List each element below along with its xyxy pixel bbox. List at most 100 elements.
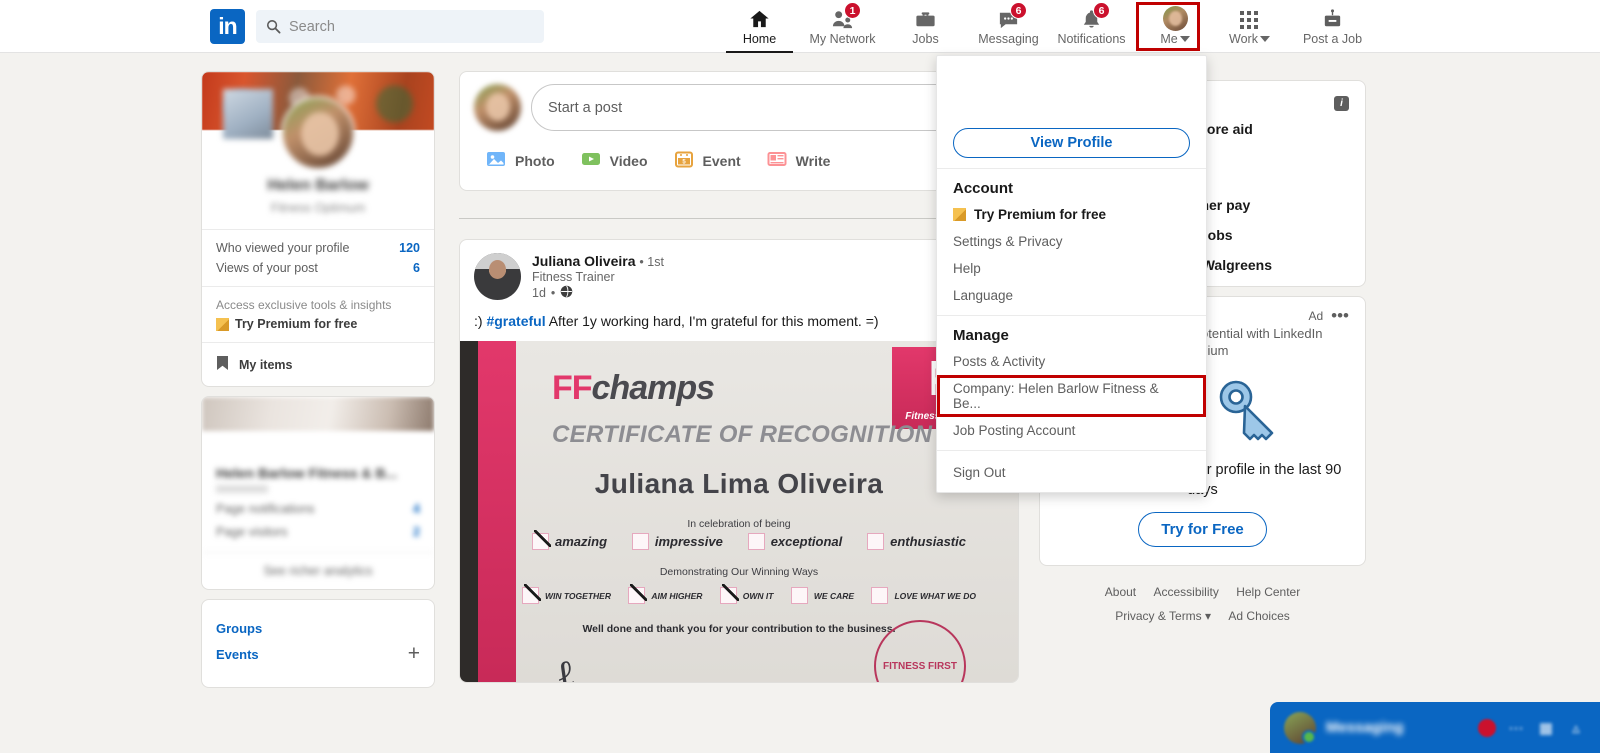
info-icon[interactable]: i [1334, 96, 1349, 111]
chevron-up-icon[interactable]: ▵ [1566, 719, 1586, 737]
start-post-row: Start a post [474, 84, 1004, 131]
certificate-brand: FFchamps [552, 369, 715, 408]
groups-link[interactable]: Groups [216, 621, 262, 636]
footer-link-privacy-terms[interactable]: Privacy & Terms ▾ [1115, 609, 1211, 623]
stat-views-of-post[interactable]: Views of your post 6 [202, 258, 434, 278]
quality-label: impressive [654, 534, 723, 549]
add-event-icon[interactable]: + [408, 643, 420, 664]
footer-row-1: About Accessibility Help Center [1039, 580, 1366, 604]
way-label: WE CARE [813, 590, 855, 601]
dropdown-item-posts-activity[interactable]: Posts & Activity [937, 348, 1206, 375]
nav-jobs-label: Jobs [912, 32, 939, 46]
company-row-page-notifications[interactable]: Page notifications 4 [216, 502, 420, 516]
dropdown-item-job-posting-account[interactable]: Job Posting Account [937, 417, 1206, 444]
view-profile-button[interactable]: View Profile [953, 128, 1190, 158]
profile-avatar[interactable] [281, 96, 355, 170]
nav-post-a-job-label: Post a Job [1302, 32, 1363, 46]
premium-link[interactable]: Try Premium for free [216, 317, 420, 331]
nav-post-a-job[interactable]: Post a Job [1291, 0, 1374, 53]
search-icon [266, 19, 281, 34]
sidebar-item-events[interactable]: Events + [216, 641, 420, 667]
certificate: Fitness First FFchamps CERTIFICATE OF RE… [460, 341, 1018, 682]
footer-link-help-center[interactable]: Help Center [1236, 585, 1300, 599]
dropdown-item-try-premium[interactable]: Try Premium for free [937, 201, 1206, 228]
dropdown-item-settings-privacy[interactable]: Settings & Privacy [937, 228, 1206, 255]
my-items-link[interactable]: My items [202, 343, 434, 386]
notifications-badge: 6 [1093, 2, 1110, 19]
divider-line [459, 217, 1003, 219]
network-icon: 1 [831, 2, 861, 31]
stat-value: 120 [399, 241, 420, 255]
try-for-free-button[interactable]: Try for Free [1138, 512, 1267, 547]
post-action-write-article[interactable]: Write [755, 139, 845, 182]
dropdown-item-help[interactable]: Help [937, 255, 1206, 282]
checkbox-icon [867, 533, 885, 550]
nav-work-label: Work [1229, 32, 1258, 46]
stat-who-viewed-profile[interactable]: Who viewed your profile 120 [202, 238, 434, 258]
dots-icon[interactable]: ⋯ [1506, 719, 1526, 737]
nav-my-network[interactable]: 1 My Network [801, 0, 884, 53]
company-name[interactable]: Helen Barlow Fitness & B... [216, 465, 420, 481]
ad-options-icon[interactable]: ••• [1331, 307, 1349, 324]
quality-label: exceptional [770, 534, 843, 549]
groups-events-card: Groups Events + [201, 599, 435, 688]
premium-subtitle: Access exclusive tools & insights [216, 298, 392, 312]
messaging-bar[interactable]: Messaging ⋯ ▦ ▵ [1270, 702, 1600, 753]
post-hashtag[interactable]: #grateful [486, 313, 545, 329]
nav-home[interactable]: Home [718, 0, 801, 53]
company-analytics-link[interactable]: See richer analytics [202, 552, 434, 589]
certificate-ways-label: Demonstrating Our Winning Ways [659, 566, 819, 578]
nav-messaging[interactable]: 6 Messaging [967, 0, 1050, 53]
post-author-avatar[interactable] [474, 253, 521, 300]
avatar [1284, 711, 1316, 744]
nav-home-label: Home [742, 32, 777, 46]
way-own-it: OWN IT [719, 584, 774, 604]
company-row-value: 2 [413, 525, 420, 539]
post-action-label: Write [795, 152, 831, 169]
linkedin-logo[interactable]: in [210, 9, 245, 44]
footer-link-ad-choices[interactable]: Ad Choices [1228, 609, 1289, 623]
video-icon [581, 149, 601, 172]
briefcase-icon [914, 7, 937, 31]
post-text-prefix: :) [474, 313, 487, 329]
try-premium-promo[interactable]: Access exclusive tools & insights Try Pr… [202, 287, 434, 342]
grid-icon[interactable]: ▦ [1536, 719, 1556, 737]
company-row-page-visitors[interactable]: Page visitors 2 [216, 525, 420, 539]
footer-link-about[interactable]: About [1105, 585, 1136, 599]
nav-messaging-label: Messaging [978, 32, 1039, 46]
footer-row-2: Privacy & Terms ▾ Ad Choices [1039, 604, 1366, 628]
post-action-label: Event [702, 152, 741, 169]
post-author-name[interactable]: Juliana Oliveira • 1st [532, 253, 664, 269]
checkbox-checked-icon [719, 584, 739, 604]
post-image-certificate[interactable]: Fitness First FFchamps CERTIFICATE OF RE… [460, 341, 1018, 682]
way-label: WIN TOGETHER [545, 590, 611, 601]
footer-link-accessibility[interactable]: Accessibility [1153, 585, 1218, 599]
post-action-photo[interactable]: Photo [474, 139, 569, 182]
post-action-event[interactable]: 5 Event [662, 139, 755, 182]
avatar [1162, 6, 1188, 31]
checkbox-icon [871, 587, 889, 604]
post-header: Juliana Oliveira • 1st Fitness Trainer 1… [460, 240, 1018, 310]
nav-me-menu[interactable]: Me [1142, 0, 1208, 53]
events-link[interactable]: Events [216, 647, 259, 662]
start-post-input[interactable]: Start a post [531, 84, 1004, 131]
post-action-video[interactable]: Video [569, 139, 662, 182]
dropdown-item-company[interactable]: Company: Helen Barlow Fitness & Be... [937, 375, 1206, 417]
way-label: LOVE WHAT WE DO [894, 590, 976, 601]
way-label: OWN IT [742, 590, 774, 601]
event-icon: 5 [674, 149, 694, 172]
sidebar-item-groups[interactable]: Groups [216, 616, 420, 641]
nav-jobs[interactable]: Jobs [884, 0, 967, 53]
nav-work[interactable]: Work [1208, 0, 1291, 53]
nav-me-label: Me [1160, 32, 1178, 46]
nav-notifications[interactable]: 6 Notifications [1050, 0, 1133, 53]
way-aim-higher: AIM HIGHER [628, 584, 702, 604]
avatar[interactable] [474, 84, 521, 131]
dropdown-item-language[interactable]: Language [937, 282, 1206, 309]
quality-amazing: amazing [532, 530, 607, 550]
feed-post: Juliana Oliveira • 1st Fitness Trainer 1… [459, 239, 1019, 683]
post-author-headline: Fitness Trainer [532, 270, 615, 284]
messaging-badge: 6 [1010, 2, 1027, 19]
dropdown-item-sign-out[interactable]: Sign Out [937, 459, 1206, 486]
search-input[interactable]: Search [256, 10, 544, 43]
